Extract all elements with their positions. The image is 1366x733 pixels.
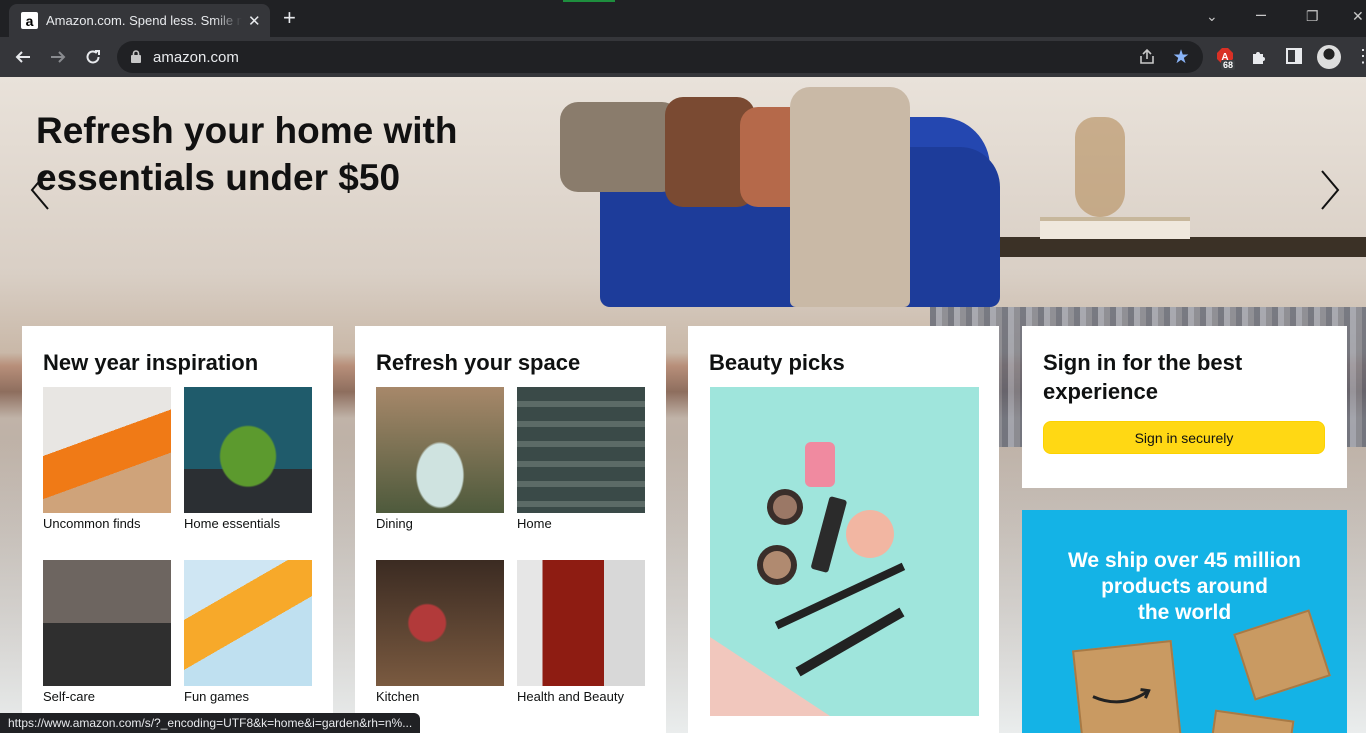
more-menu-icon[interactable]: ⋮ xyxy=(1352,45,1366,67)
shipping-box-image xyxy=(1072,640,1182,733)
card-title: New year inspiration xyxy=(43,350,259,375)
uncommon-finds-image xyxy=(43,387,171,513)
card-title: Refresh your space xyxy=(376,350,581,375)
tile-label: Health and Beauty xyxy=(517,689,624,704)
profile-avatar[interactable] xyxy=(1317,45,1341,69)
lock-icon xyxy=(131,50,141,63)
hero-headline-line2: essentials under $50 xyxy=(36,157,401,198)
ship-worldwide-ad[interactable]: We ship over 45 million products around … xyxy=(1022,510,1347,733)
kitchen-image xyxy=(376,560,504,686)
throw-blanket xyxy=(790,87,910,307)
browser-tab-amazon[interactable]: a Amazon.com. Spend less. Smile more. ✕ xyxy=(9,4,270,37)
tab-title: Amazon.com. Spend less. Smile more. xyxy=(46,13,242,28)
amazon-favicon-icon: a xyxy=(21,12,38,29)
url-text: amazon.com xyxy=(153,49,239,66)
card-beauty-picks: Beauty picks xyxy=(688,326,999,733)
tile-home-essentials[interactable]: Home essentials xyxy=(184,387,312,531)
new-tab-button[interactable]: + xyxy=(283,6,296,30)
restore-button[interactable]: ❐ xyxy=(1306,8,1319,25)
browser-tab-strip: a Amazon.com. Spend less. Smile more. ✕ … xyxy=(0,0,1366,37)
close-window-button[interactable]: ✕ xyxy=(1352,8,1364,25)
side-panel-icon[interactable] xyxy=(1283,45,1305,67)
card-new-year-inspiration: New year inspiration Uncommon finds Home… xyxy=(22,326,333,733)
beauty-picks-image[interactable] xyxy=(710,387,979,716)
books-stack xyxy=(1040,217,1190,239)
tile-label: Kitchen xyxy=(376,689,420,704)
tile-home[interactable]: Home xyxy=(517,387,645,531)
card-title: Sign in for the best experience xyxy=(1043,350,1243,404)
chevron-right-icon xyxy=(1321,170,1340,210)
tile-label: Home xyxy=(517,516,552,531)
vase-image xyxy=(1075,117,1125,217)
card-title: Beauty picks xyxy=(709,350,845,375)
tile-dining[interactable]: Dining xyxy=(376,387,504,531)
amazon-smile-icon xyxy=(1092,688,1151,704)
carousel-next-button[interactable] xyxy=(1310,165,1350,215)
extension-badge-count: 68 xyxy=(1221,60,1236,70)
amazon-homepage: Refresh your home with essentials under … xyxy=(0,77,1366,733)
close-tab-icon[interactable]: ✕ xyxy=(248,12,261,30)
home-image xyxy=(517,387,645,513)
pillow-gray xyxy=(560,102,680,192)
tile-kitchen[interactable]: Kitchen xyxy=(376,560,504,704)
back-button[interactable] xyxy=(10,44,36,70)
tile-label: Fun games xyxy=(184,689,250,704)
tile-label: Uncommon finds xyxy=(43,516,141,531)
sign-in-button[interactable]: Sign in securely xyxy=(1043,421,1325,454)
coffee-table xyxy=(1000,237,1366,257)
tab-search-chevron-icon[interactable]: ⌄ xyxy=(1206,8,1218,25)
status-bar-link-preview: https://www.amazon.com/s/?_encoding=UTF8… xyxy=(0,713,421,733)
tile-health-and-beauty[interactable]: Health and Beauty xyxy=(517,560,645,704)
back-arrow-icon xyxy=(15,51,30,63)
share-icon[interactable] xyxy=(1137,47,1157,67)
forward-button[interactable] xyxy=(45,44,71,70)
chevron-left-icon xyxy=(30,170,49,210)
tile-label: Dining xyxy=(376,516,413,531)
tile-label: Home essentials xyxy=(184,516,281,531)
tile-label: Self-care xyxy=(43,689,96,704)
tile-uncommon-finds[interactable]: Uncommon finds xyxy=(43,387,171,531)
tile-self-care[interactable]: Self-care xyxy=(43,560,171,704)
minimize-button[interactable]: – xyxy=(1256,4,1266,25)
carousel-prev-button[interactable] xyxy=(22,165,62,215)
hero-headline: Refresh your home with essentials under … xyxy=(36,107,457,201)
card-sign-in: Sign in for the best experience Sign in … xyxy=(1022,326,1347,488)
reload-icon xyxy=(86,50,100,64)
reload-button[interactable] xyxy=(80,44,106,70)
shipping-box-bottom-image xyxy=(1209,709,1295,733)
browser-toolbar: amazon.com ★ A ⋮ xyxy=(0,37,1366,77)
extensions-puzzle-icon[interactable] xyxy=(1248,45,1270,67)
tab-group-indicator xyxy=(563,0,615,2)
bookmark-star-icon[interactable]: ★ xyxy=(1171,47,1191,68)
makeup-products-image xyxy=(710,442,906,716)
tile-fun-games[interactable]: Fun games xyxy=(184,560,312,704)
hero-headline-line1: Refresh your home with xyxy=(36,110,458,151)
forward-arrow-icon xyxy=(51,51,66,63)
fun-games-image xyxy=(184,560,312,686)
ship-ad-line2: products around xyxy=(1101,575,1268,598)
health-and-beauty-image xyxy=(517,560,645,686)
self-care-image xyxy=(43,560,171,686)
ship-ad-line1: We ship over 45 million xyxy=(1067,549,1301,572)
address-bar[interactable]: amazon.com ★ xyxy=(117,41,1203,73)
dining-image xyxy=(376,387,504,513)
card-refresh-your-space: Refresh your space Dining Home Kitchen H… xyxy=(355,326,666,733)
home-essentials-image xyxy=(184,387,312,513)
